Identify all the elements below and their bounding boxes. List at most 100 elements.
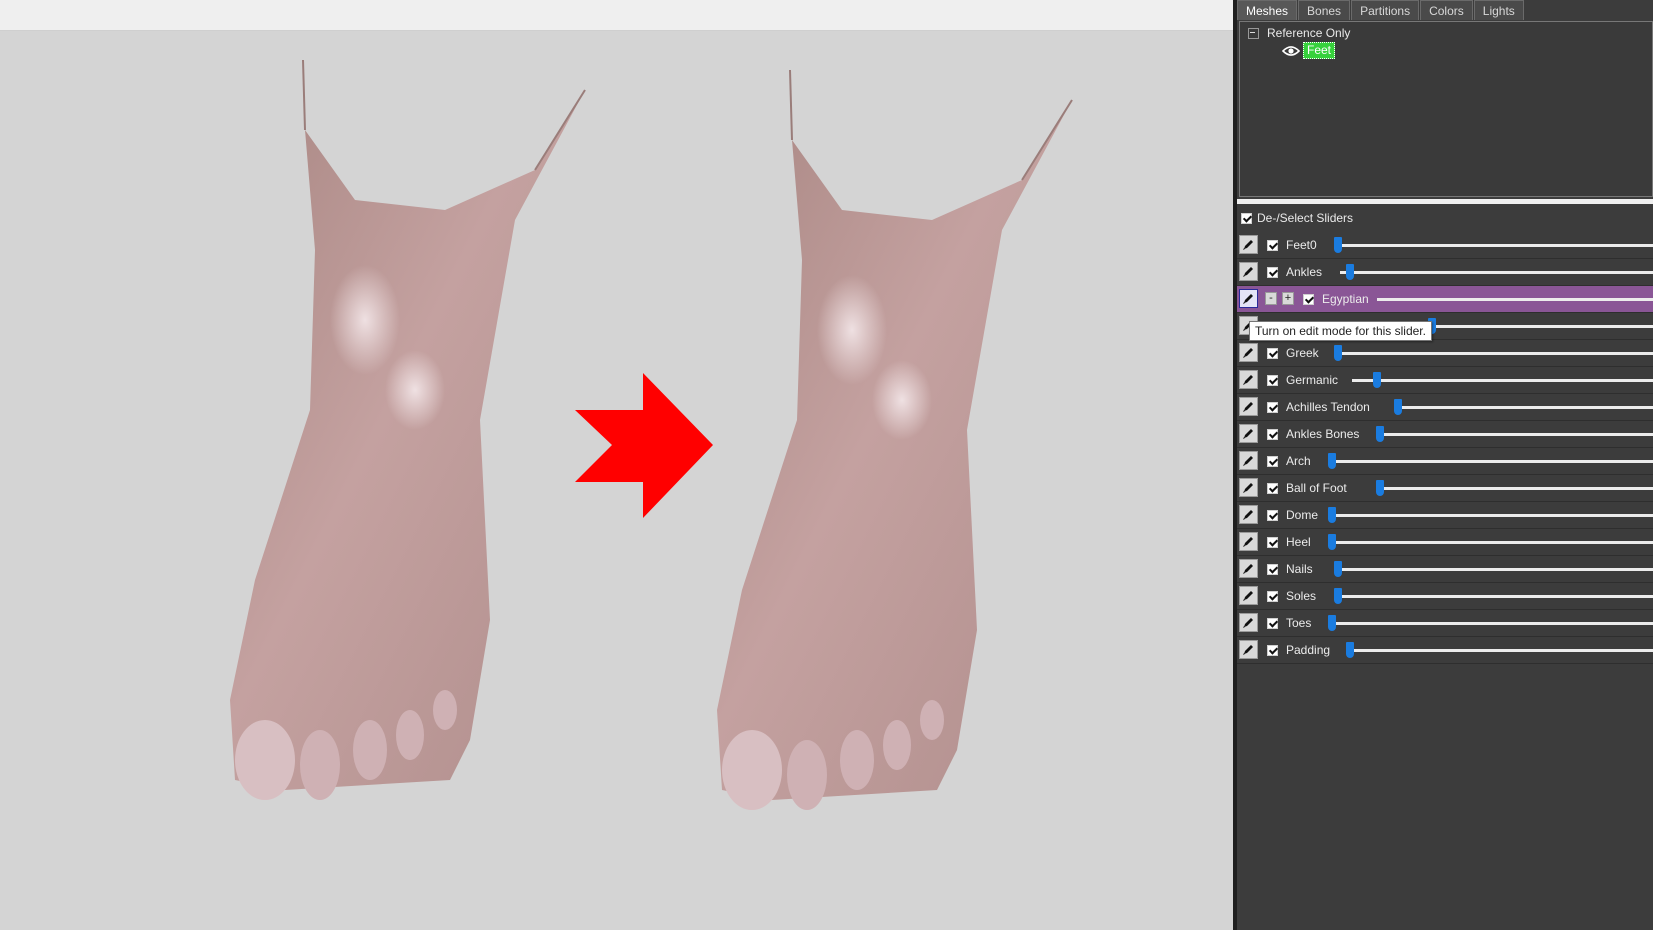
slider-thumb[interactable] bbox=[1376, 480, 1384, 496]
slider-checkbox[interactable] bbox=[1267, 645, 1278, 656]
slider-row: Greek bbox=[1237, 340, 1653, 367]
slider-checkbox[interactable] bbox=[1267, 591, 1278, 602]
panel-tabs: Meshes Bones Partitions Colors Lights bbox=[1237, 0, 1525, 21]
slider-thumb[interactable] bbox=[1328, 534, 1336, 550]
slider-track[interactable] bbox=[1328, 622, 1653, 625]
slider-checkbox[interactable] bbox=[1267, 348, 1278, 359]
slider-thumb[interactable] bbox=[1334, 561, 1342, 577]
viewport-scene bbox=[229, 59, 1073, 811]
edit-pencil-icon[interactable] bbox=[1239, 424, 1258, 443]
slider-checkbox[interactable] bbox=[1267, 483, 1278, 494]
tab-meshes[interactable]: Meshes bbox=[1237, 0, 1298, 20]
slider-row: Dome bbox=[1237, 502, 1653, 529]
slider-thumb[interactable] bbox=[1334, 588, 1342, 604]
slider-track[interactable] bbox=[1334, 244, 1653, 247]
deselect-sliders-label: De-/Select Sliders bbox=[1257, 211, 1354, 225]
slider-track[interactable] bbox=[1377, 298, 1653, 301]
slider-track[interactable] bbox=[1352, 379, 1653, 382]
deselect-sliders-toggle[interactable]: De-/Select Sliders bbox=[1241, 211, 1353, 225]
slider-track[interactable] bbox=[1376, 433, 1653, 436]
slider-track[interactable] bbox=[1334, 595, 1653, 598]
slider-minus-button[interactable]: - bbox=[1265, 292, 1277, 305]
slider-label: Toes bbox=[1286, 616, 1312, 630]
slider-track[interactable] bbox=[1328, 514, 1653, 517]
tab-lights[interactable]: Lights bbox=[1473, 0, 1524, 20]
eye-icon[interactable] bbox=[1282, 45, 1300, 57]
edit-pencil-icon[interactable] bbox=[1239, 532, 1258, 551]
slider-thumb[interactable] bbox=[1346, 642, 1354, 658]
edit-pencil-icon[interactable] bbox=[1239, 640, 1258, 659]
slider-track[interactable] bbox=[1334, 352, 1653, 355]
edit-pencil-icon[interactable] bbox=[1239, 478, 1258, 497]
slider-row: Nails bbox=[1237, 556, 1653, 583]
edit-pencil-icon[interactable] bbox=[1239, 505, 1258, 524]
slider-track[interactable] bbox=[1376, 487, 1653, 490]
edit-pencil-icon[interactable] bbox=[1239, 235, 1258, 254]
edit-pencil-icon[interactable] bbox=[1239, 289, 1258, 308]
slider-checkbox[interactable] bbox=[1267, 240, 1278, 251]
mesh-tree: Reference Only Feet bbox=[1239, 21, 1653, 197]
slider-thumb[interactable] bbox=[1373, 372, 1382, 388]
edit-pencil-icon[interactable] bbox=[1239, 370, 1258, 389]
edit-pencil-icon[interactable] bbox=[1239, 613, 1258, 632]
tree-root-item[interactable]: Reference Only bbox=[1248, 26, 1350, 40]
edit-pencil-icon[interactable] bbox=[1239, 586, 1258, 605]
slider-checkbox[interactable] bbox=[1267, 429, 1278, 440]
slider-thumb[interactable] bbox=[1394, 399, 1402, 415]
slider-row: Heel bbox=[1237, 529, 1653, 556]
slider-track[interactable] bbox=[1340, 271, 1653, 274]
slider-track[interactable] bbox=[1394, 406, 1653, 409]
tree-item-label: Feet bbox=[1303, 42, 1336, 59]
slider-checkbox[interactable] bbox=[1267, 537, 1278, 548]
slider-label: Soles bbox=[1286, 589, 1317, 603]
slider-thumb[interactable] bbox=[1328, 615, 1336, 631]
slider-row: Toes bbox=[1237, 610, 1653, 637]
slider-checkbox[interactable] bbox=[1267, 510, 1278, 521]
edit-pencil-icon[interactable] bbox=[1239, 451, 1258, 470]
slider-label: Egyptian bbox=[1322, 292, 1369, 306]
arrow-right-icon bbox=[575, 373, 713, 518]
slider-checkbox[interactable] bbox=[1267, 564, 1278, 575]
slider-thumb[interactable] bbox=[1328, 453, 1336, 469]
edit-pencil-icon[interactable] bbox=[1239, 262, 1258, 281]
collapse-icon[interactable] bbox=[1248, 27, 1259, 39]
slider-checkbox[interactable] bbox=[1303, 294, 1314, 305]
edit-pencil-icon[interactable] bbox=[1239, 559, 1258, 578]
slider-track[interactable] bbox=[1328, 541, 1653, 544]
slider-label: Ankles bbox=[1286, 265, 1323, 279]
tab-colors[interactable]: Colors bbox=[1420, 0, 1473, 20]
slider-thumb[interactable] bbox=[1334, 237, 1342, 253]
slider-row: Germanic bbox=[1237, 367, 1653, 394]
edit-pencil-icon[interactable] bbox=[1239, 343, 1258, 362]
tree-item-feet[interactable]: Feet bbox=[1282, 42, 1336, 59]
slider-checkbox[interactable] bbox=[1267, 402, 1278, 413]
tree-root-label: Reference Only bbox=[1267, 26, 1351, 40]
slider-row: Ankles Bones bbox=[1237, 421, 1653, 448]
slider-track[interactable] bbox=[1421, 325, 1653, 328]
slider-track[interactable] bbox=[1334, 568, 1653, 571]
slider-checkbox[interactable] bbox=[1267, 618, 1278, 629]
slider-track[interactable] bbox=[1346, 649, 1653, 652]
edit-pencil-icon[interactable] bbox=[1239, 397, 1258, 416]
tab-partitions[interactable]: Partitions bbox=[1351, 0, 1420, 20]
slider-row: Ball of Foot bbox=[1237, 475, 1653, 502]
slider-thumb[interactable] bbox=[1346, 264, 1355, 280]
slider-row: Feet0 bbox=[1237, 232, 1653, 259]
slider-checkbox[interactable] bbox=[1267, 375, 1278, 386]
slider-label: Heel bbox=[1286, 535, 1311, 549]
section-divider[interactable] bbox=[1237, 199, 1653, 204]
slider-label: Padding bbox=[1286, 643, 1331, 657]
tab-bones[interactable]: Bones bbox=[1298, 0, 1351, 20]
deselect-sliders-checkbox[interactable] bbox=[1241, 212, 1252, 224]
slider-thumb[interactable] bbox=[1334, 345, 1342, 361]
3d-viewport[interactable] bbox=[0, 0, 1233, 930]
slider-checkbox[interactable] bbox=[1267, 267, 1278, 278]
slider-thumb[interactable] bbox=[1328, 507, 1336, 523]
slider-label: Germanic bbox=[1286, 373, 1339, 387]
slider-checkbox[interactable] bbox=[1267, 456, 1278, 467]
slider-track[interactable] bbox=[1328, 460, 1653, 463]
slider-row: Padding bbox=[1237, 637, 1653, 664]
slider-label: Achilles Tendon bbox=[1286, 400, 1370, 414]
slider-plus-button[interactable]: + bbox=[1282, 292, 1294, 305]
slider-thumb[interactable] bbox=[1376, 426, 1384, 442]
